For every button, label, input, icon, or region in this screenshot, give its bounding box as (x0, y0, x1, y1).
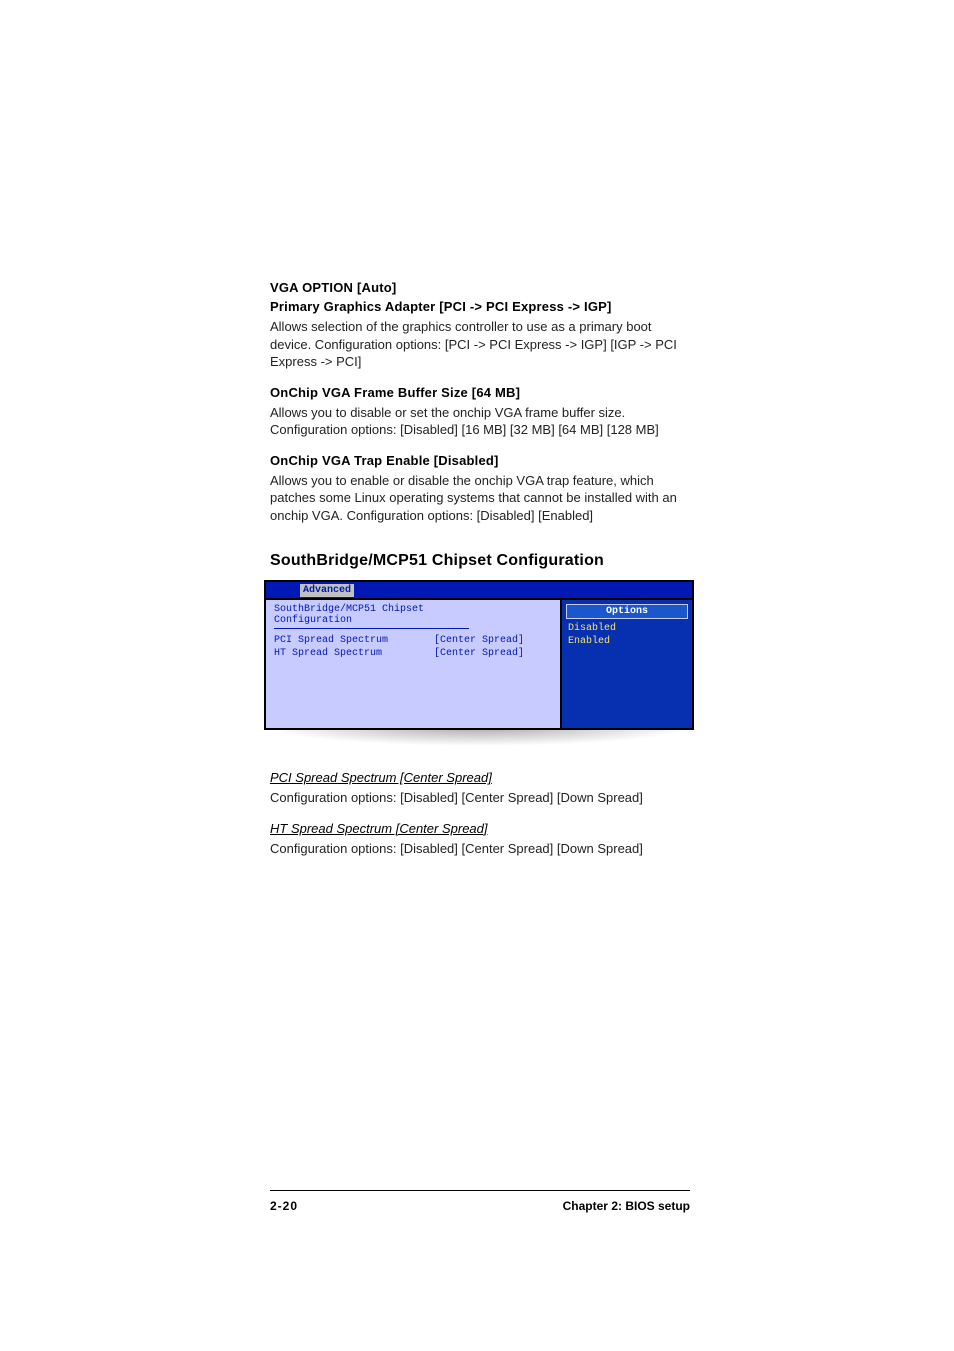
heading-southbridge: SouthBridge/MCP51 Chipset Configuration (270, 552, 690, 570)
bios-row: PCI Spread Spectrum [Center Spread] (274, 635, 552, 648)
page-footer: 2-20 Chapter 2: BIOS setup (270, 1190, 690, 1213)
body-trap-enable: Allows you to enable or disable the onch… (270, 472, 690, 525)
bios-left-panel: SouthBridge/MCP51 Chipset Configuration … (266, 600, 562, 728)
bios-row-value: [Center Spread] (434, 648, 524, 661)
heading-frame-buffer: OnChip VGA Frame Buffer Size [64 MB] (270, 385, 690, 400)
body-ht-spread: Configuration options: [Disabled] [Cente… (270, 840, 690, 858)
bios-option: Disabled (568, 623, 686, 636)
bios-menubar: Advanced (264, 580, 694, 598)
body-frame-buffer: Allows you to disable or set the onchip … (270, 404, 690, 439)
bios-options-title: Options (566, 604, 688, 619)
bios-body: SouthBridge/MCP51 Chipset Configuration … (264, 598, 694, 730)
heading-trap-enable: OnChip VGA Trap Enable [Disabled] (270, 453, 690, 468)
bios-row-label: PCI Spread Spectrum (274, 635, 434, 648)
bios-shadow (264, 728, 694, 746)
bios-screenshot: Advanced SouthBridge/MCP51 Chipset Confi… (264, 580, 694, 746)
page-number: 2-20 (270, 1199, 298, 1213)
bios-row-value: [Center Spread] (434, 635, 524, 648)
body-pci-spread: Configuration options: [Disabled] [Cente… (270, 789, 690, 807)
bios-panel-title: SouthBridge/MCP51 Chipset Configuration (274, 604, 469, 629)
page-content: VGA OPTION [Auto] Primary Graphics Adapt… (270, 280, 690, 871)
bios-row: HT Spread Spectrum [Center Spread] (274, 648, 552, 661)
bios-right-panel: Options Disabled Enabled (562, 600, 692, 728)
bios-option: Enabled (568, 636, 686, 649)
heading-pci-spread: PCI Spread Spectrum [Center Spread] (270, 770, 690, 785)
heading-ht-spread: HT Spread Spectrum [Center Spread] (270, 821, 690, 836)
heading-vga-option: VGA OPTION [Auto] (270, 280, 690, 295)
body-primary-graphics: Allows selection of the graphics control… (270, 318, 690, 371)
bios-row-label: HT Spread Spectrum (274, 648, 434, 661)
chapter-label: Chapter 2: BIOS setup (563, 1199, 690, 1213)
bios-options-list: Disabled Enabled (562, 621, 692, 650)
heading-primary-graphics: Primary Graphics Adapter [PCI -> PCI Exp… (270, 299, 690, 314)
bios-tab-advanced: Advanced (300, 584, 354, 597)
